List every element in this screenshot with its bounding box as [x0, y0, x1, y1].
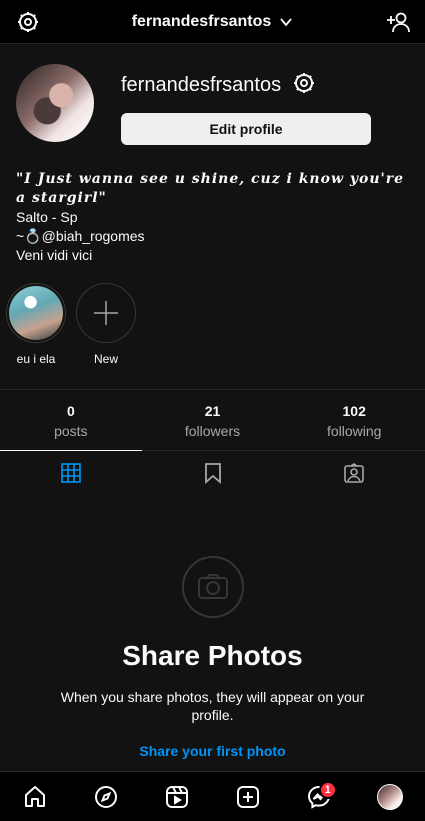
stat-value: 0	[66, 403, 75, 419]
empty-headline: Share Photos	[122, 640, 303, 671]
bookmark-icon	[204, 463, 221, 484]
bottom-nav: 1	[0, 771, 425, 821]
profile-header: fernandesfrsantos Edit profile	[16, 64, 409, 145]
plus-icon	[94, 301, 118, 325]
stat-label: followers	[184, 423, 241, 439]
tagged-icon	[344, 463, 364, 483]
tab-tagged[interactable]	[283, 451, 425, 495]
camera-icon	[197, 574, 228, 599]
highlight-label: New	[93, 352, 118, 366]
highlight-item[interactable]: eu i ela	[6, 283, 66, 366]
new-highlight-button[interactable]: New	[76, 283, 136, 366]
top-bar: fernandesfrsantos	[0, 0, 425, 44]
nav-create[interactable]	[228, 777, 268, 817]
add-user-icon[interactable]	[385, 10, 411, 34]
tab-posts[interactable]	[0, 450, 142, 495]
profile-nav-avatar	[376, 783, 403, 810]
highlight-label: eu i ela	[16, 352, 56, 366]
empty-state: Share Photos When you share photos, they…	[0, 556, 425, 759]
header-username: fernandesfrsantos	[131, 12, 272, 30]
stat-value: 21	[204, 403, 221, 419]
highlight-cover	[9, 286, 63, 340]
account-switcher[interactable]: fernandesfrsantos	[132, 13, 294, 31]
edit-profile-button[interactable]: Edit profile	[121, 113, 371, 145]
profile-stats: 0 posts 21 followers 102 following	[0, 389, 425, 451]
bio-mention[interactable]: ~💍@biah_rogomes	[16, 227, 409, 246]
tab-saved[interactable]	[142, 451, 284, 495]
share-first-photo-link[interactable]: Share your first photo	[0, 743, 425, 759]
bio-motto: Veni vidi vici	[16, 247, 93, 263]
messages-badge: 1	[318, 780, 337, 799]
bio: "I Just wanna see u shine, cuz i know yo…	[16, 170, 409, 265]
nav-messages[interactable]: 1	[299, 777, 339, 817]
nav-home[interactable]	[15, 777, 55, 817]
stat-posts: 0 posts	[0, 390, 142, 450]
profile-username: fernandesfrsantos	[121, 74, 282, 96]
chevron-down-icon	[280, 17, 292, 26]
empty-subtext: When you share photos, they will appear …	[60, 689, 365, 723]
explore-icon	[95, 785, 118, 808]
bio-quote: "I Just wanna see u shine, cuz i know yo…	[16, 171, 405, 206]
stat-value: 102	[342, 403, 366, 419]
nav-reels[interactable]	[157, 777, 197, 817]
create-icon	[236, 785, 259, 808]
grid-icon	[61, 463, 81, 483]
stat-label: following	[326, 423, 382, 439]
settings-icon[interactable]	[292, 71, 316, 95]
nav-profile[interactable]	[370, 777, 410, 817]
stat-followers[interactable]: 21 followers	[142, 390, 284, 450]
stat-following[interactable]: 102 following	[283, 390, 425, 450]
profile-avatar[interactable]	[16, 64, 94, 142]
camera-circle	[181, 556, 244, 618]
reels-icon	[166, 785, 189, 808]
nav-explore[interactable]	[86, 777, 126, 817]
story-highlights: eu i ela New	[6, 283, 136, 366]
settings-icon[interactable]	[16, 10, 40, 34]
profile-tabs	[0, 450, 425, 495]
stat-label: posts	[54, 423, 88, 439]
highlight-ring	[76, 283, 136, 343]
home-icon	[25, 785, 46, 807]
highlight-ring	[6, 283, 66, 343]
bio-location: Salto - Sp	[16, 209, 78, 225]
